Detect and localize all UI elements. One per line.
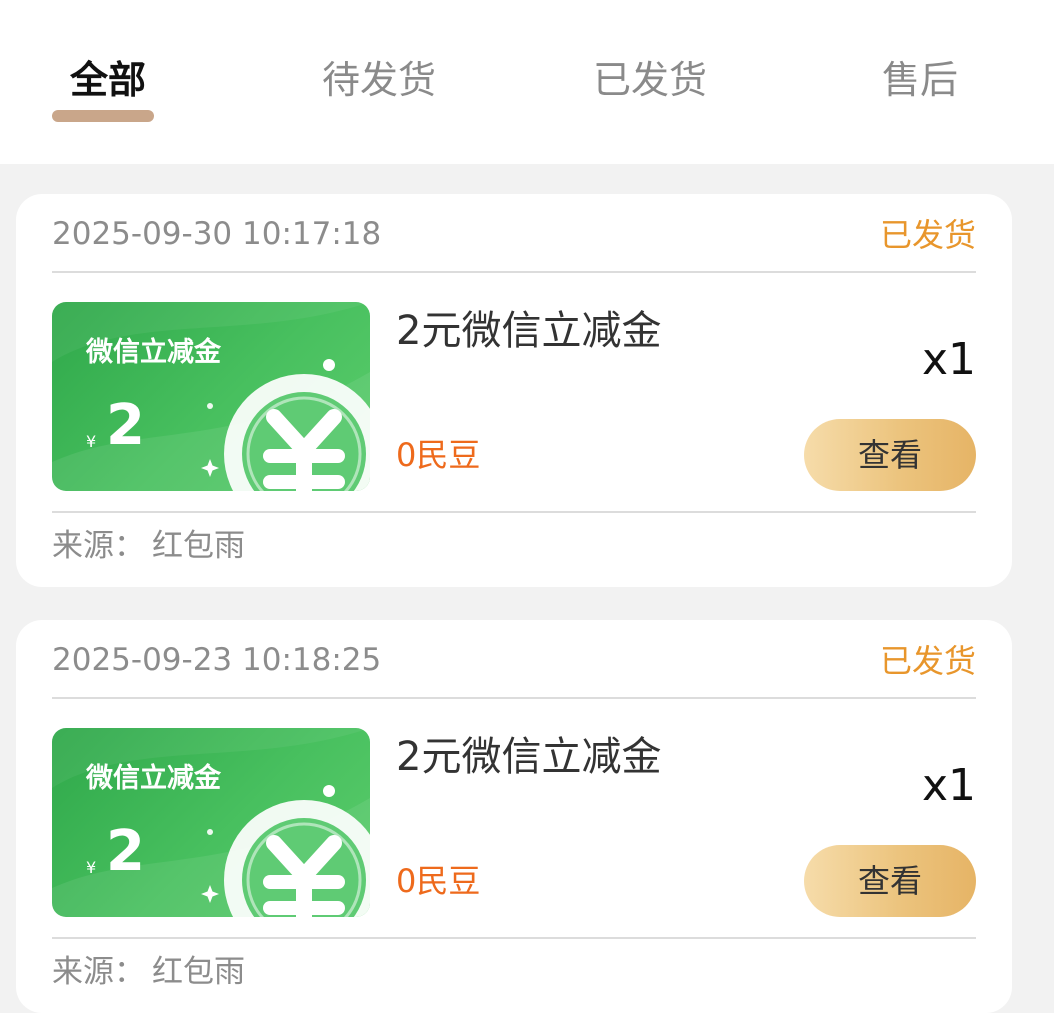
source-label: 来源： xyxy=(52,528,145,564)
divider xyxy=(52,697,976,699)
source-value: 红包雨 xyxy=(152,528,245,564)
product-name[interactable]: 2元微信立减金 xyxy=(396,306,661,356)
tab-all[interactable]: 全部 xyxy=(70,52,146,112)
voucher-title: 微信立减金 xyxy=(86,763,221,794)
voucher-amount: 2 xyxy=(106,393,145,458)
order-tab-bar: 全部 待发货 已发货 售后 xyxy=(0,0,1054,164)
view-button[interactable]: 查看 xyxy=(804,419,976,491)
voucher-thumbnail[interactable]: 微信立减金 ¥ 2 xyxy=(52,302,370,491)
voucher-background-art xyxy=(52,728,370,917)
divider xyxy=(52,271,976,273)
tab-after-sales[interactable]: 售后 xyxy=(882,52,958,112)
price: 0民豆 xyxy=(396,862,481,900)
voucher-background-art xyxy=(52,302,370,491)
product-name[interactable]: 2元微信立减金 xyxy=(396,732,661,782)
order-status: 已发货 xyxy=(879,642,976,680)
order-time: 2025-09-23 10:18:25 xyxy=(52,642,382,678)
order-card: 2025-09-23 10:18:25 已发货 微信立减金 ¥ 2 2元微信立减… xyxy=(16,620,1012,1013)
order-time: 2025-09-30 10:17:18 xyxy=(52,216,382,252)
coin-yuan-icon xyxy=(224,800,370,917)
voucher-currency: ¥ xyxy=(86,432,97,451)
coin-yuan-icon xyxy=(224,374,370,491)
voucher-currency: ¥ xyxy=(86,858,97,877)
order-card: 2025-09-30 10:17:18 已发货 微信立减金 ¥ 2 2元微信立减… xyxy=(16,194,1012,587)
source-label: 来源： xyxy=(52,954,145,990)
view-button[interactable]: 查看 xyxy=(804,845,976,917)
voucher-thumbnail[interactable]: 微信立减金 ¥ 2 xyxy=(52,728,370,917)
tab-pending-shipment[interactable]: 待发货 xyxy=(322,52,436,112)
voucher-title: 微信立减金 xyxy=(86,337,221,368)
divider xyxy=(52,511,976,513)
divider xyxy=(52,937,976,939)
tab-shipped[interactable]: 已发货 xyxy=(593,52,707,112)
active-tab-indicator xyxy=(52,110,154,122)
quantity: x1 xyxy=(921,760,976,811)
order-status: 已发货 xyxy=(879,216,976,254)
price: 0民豆 xyxy=(396,436,481,474)
quantity: x1 xyxy=(921,334,976,385)
source-value: 红包雨 xyxy=(152,954,245,990)
voucher-amount: 2 xyxy=(106,819,145,884)
